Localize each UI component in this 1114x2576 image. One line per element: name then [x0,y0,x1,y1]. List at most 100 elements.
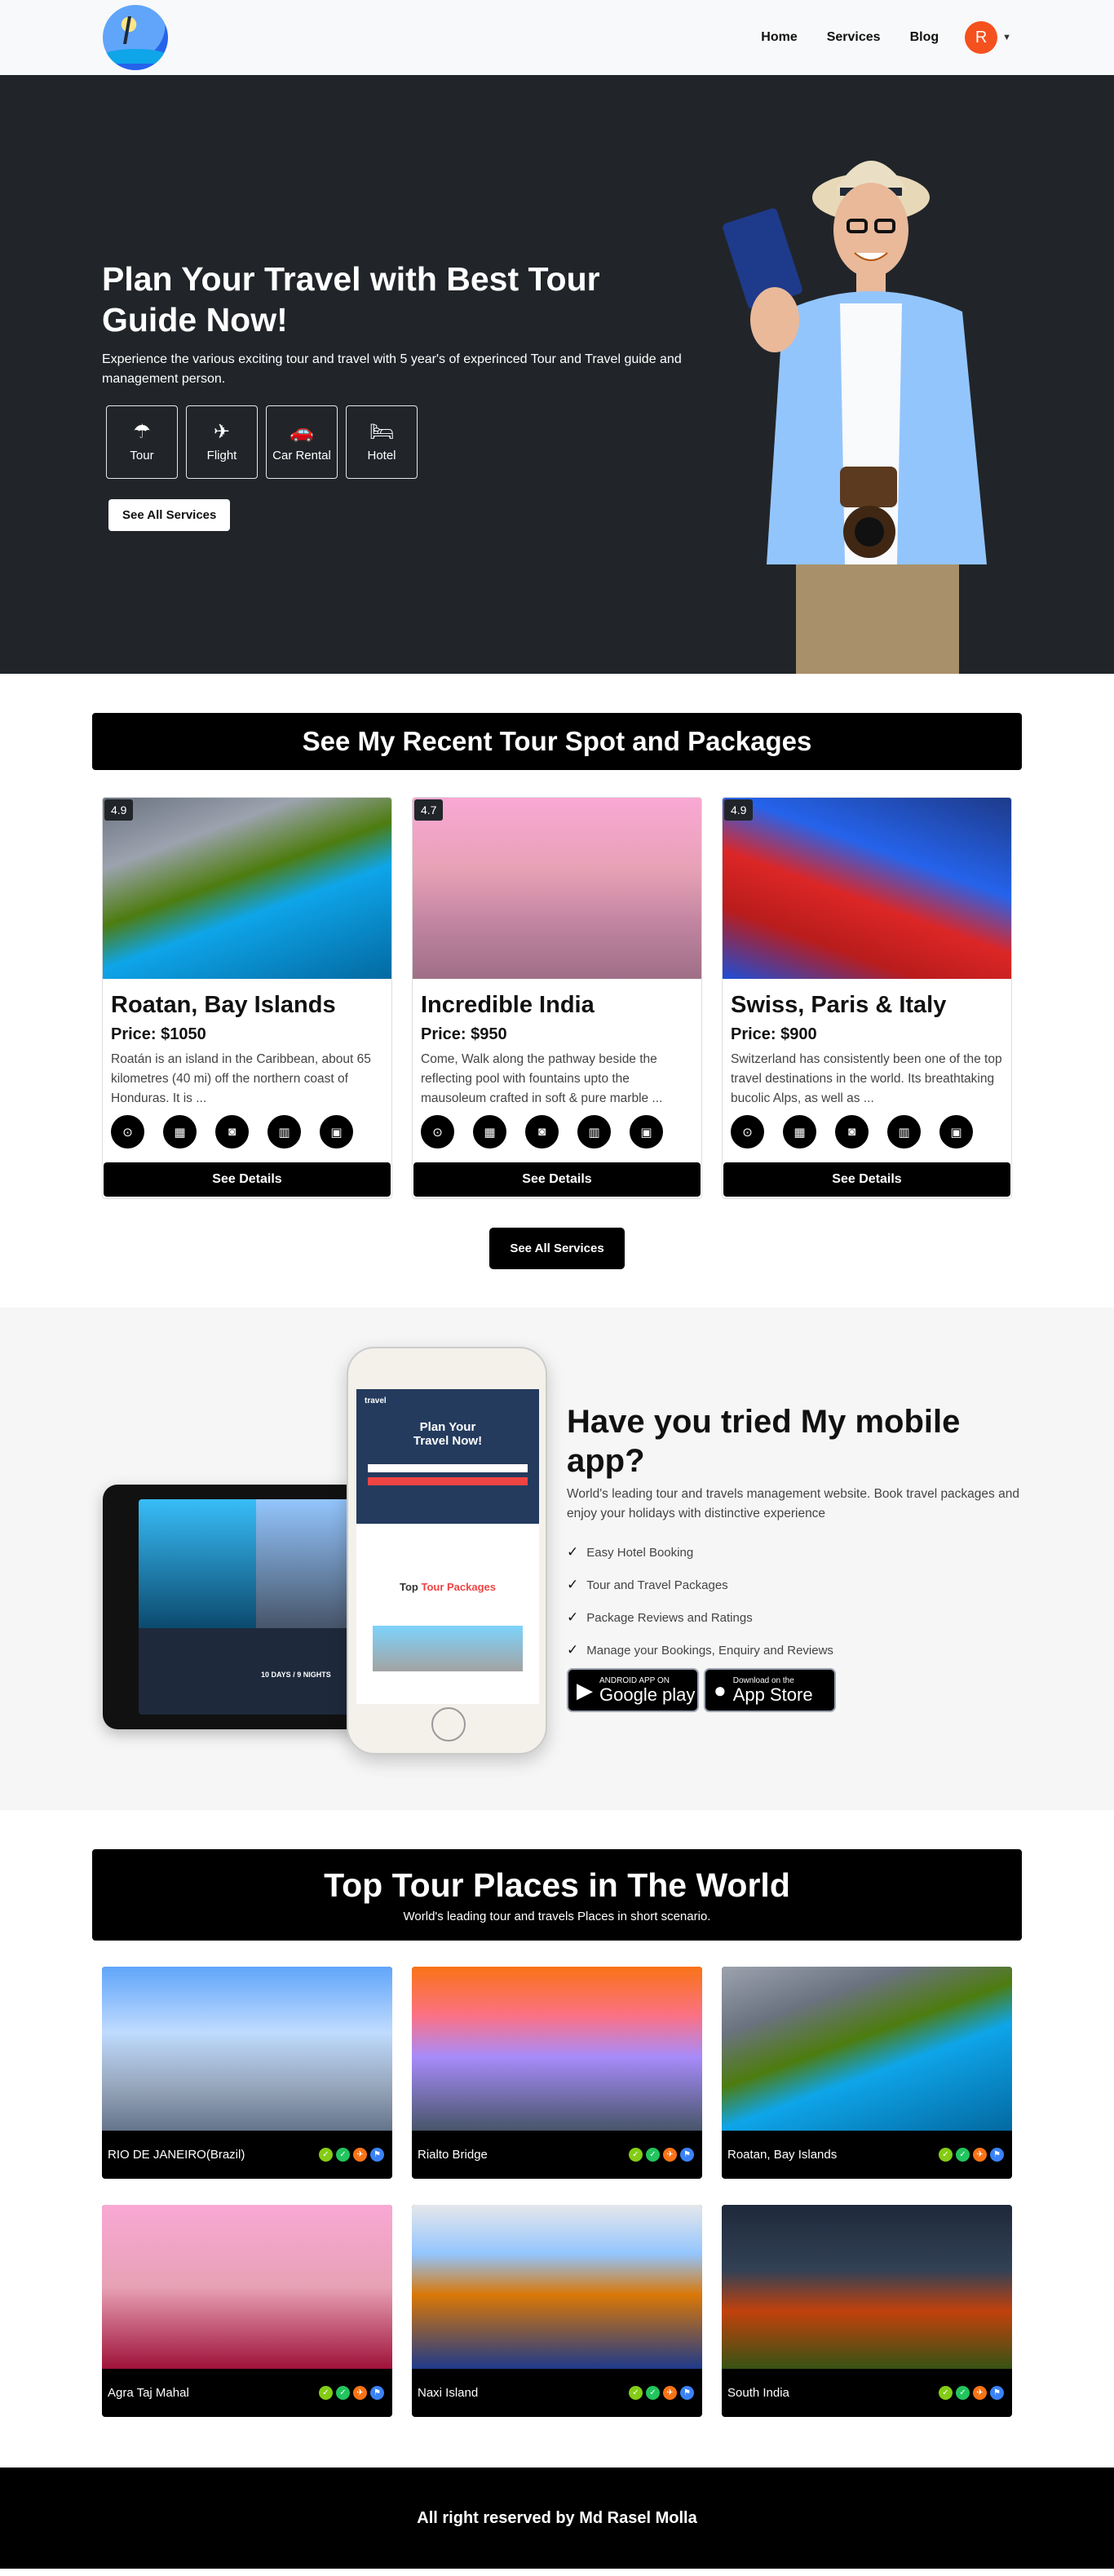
see-details-button[interactable]: See Details [104,1162,391,1197]
chevron-down-icon[interactable]: ▼ [1002,33,1011,42]
plane-icon: ✈ [213,420,231,443]
google-play-icon: ▶ [577,1677,593,1702]
place-card[interactable]: Roatan, Bay Islands ✓ ✓ ✈ ⚑ [722,1967,1012,2179]
binoculars-icon[interactable]: ⊙ [421,1115,454,1149]
calendar-icon[interactable]: ▣ [320,1115,353,1149]
place-image [722,1967,1012,2131]
nav-links: Home Services Blog R ▼ [746,21,1011,54]
see-all-services-button[interactable]: See All Services [489,1228,625,1269]
place-image [102,1967,392,2131]
binoculars-icon[interactable]: ⊙ [111,1115,144,1149]
tour-description: Come, Walk along the pathway beside the … [421,1052,663,1105]
tour-description: Switzerland has consistently been one of… [731,1052,1002,1105]
category-label: Flight [206,448,237,463]
hotel-icon[interactable]: ▦ [163,1115,197,1149]
list-item: ✓ Tour and Travel Packages [567,1577,728,1592]
tour-title: Roatan, Bay Islands [111,992,336,1018]
traveler-image [723,161,987,674]
tour-title: Incredible India [421,992,595,1018]
list-item: ✓ Easy Hotel Booking [567,1544,694,1560]
list-item: ✓ Manage your Bookings, Enquiry and Revie… [567,1642,833,1658]
rating-badge: 4.7 [414,799,444,821]
google-play-button[interactable]: ▶ ANDROID APP ON Google play [567,1668,699,1712]
store-badges: ▶ ANDROID APP ON Google play ● Download o… [567,1668,1023,1712]
hero-categories: ☂ Tour ✈ Flight 🚗 Car Rental 🛏 Hotel [106,405,689,479]
bus-icon[interactable]: ◙ [215,1115,249,1149]
phone-top-packages: Top Tour Packages [399,1581,496,1593]
calendar-icon[interactable]: ▣ [939,1115,973,1149]
tour-feature-icons: ⊙ ▦ ◙ ▥ ▣ [111,1115,383,1149]
place-image [722,2205,1012,2369]
category-label: Car Rental [272,448,331,463]
app-feature-list: ✓ Easy Hotel Booking ✓ Tour and Travel Pac… [567,1536,1023,1666]
brand-logo[interactable] [103,5,168,70]
tour-card: 4.7 Incredible India Price: $950 Come, W… [412,797,702,1199]
places-subtitle: World's leading tour and travels Places … [403,1910,711,1923]
tour-feature-icons: ⊙ ▦ ◙ ▥ ▣ [731,1115,1003,1149]
check-icon: ✓ [567,1577,579,1592]
logo-palm [123,16,149,44]
place-card[interactable]: Naxi Island ✓ ✓ ✈ ⚑ [412,2205,702,2417]
hero-description: Experience the various exciting tour and… [102,352,682,386]
place-name: Naxi Island [418,2386,479,2400]
app-store-button[interactable]: ● Download on the App Store [704,1668,836,1712]
places-section-title: Top Tour Places in The World World's lea… [92,1849,1022,1941]
place-card[interactable]: Agra Taj Mahal ✓ ✓ ✈ ⚑ [102,2205,392,2417]
see-details-button[interactable]: See Details [723,1162,1010,1197]
place-name: Rialto Bridge [418,2148,488,2162]
see-all-services-button[interactable]: See All Services [108,499,231,531]
bus-icon[interactable]: ◙ [525,1115,559,1149]
hero-content: Plan Your Travel with Best Tour Guide No… [102,259,689,531]
binoculars-icon[interactable]: ⊙ [731,1115,764,1149]
tour-price: Price: $950 [421,1025,507,1043]
tour-cards: 4.9 Roatan, Bay Islands Price: $1050 Roa… [102,797,1012,1199]
category-flight[interactable]: ✈ Flight [186,405,258,479]
chart-icon[interactable]: ▥ [887,1115,921,1149]
app-content: Have you tried My mobile app? World's le… [567,1402,1023,1712]
tablet-mockup: 10 DAYS / 9 NIGHTS [103,1485,368,1729]
rating-badge: 4.9 [104,799,134,821]
tour-image: 4.9 [103,798,391,979]
category-tour[interactable]: ☂ Tour [106,405,178,479]
place-image [412,2205,702,2369]
category-car-rental[interactable]: 🚗 Car Rental [266,405,338,479]
nav-blog-link[interactable]: Blog [895,30,954,45]
tour-image: 4.9 [723,798,1011,979]
nav-home-link[interactable]: Home [746,30,811,45]
app-title: Have you tried My mobile app? [567,1404,961,1479]
chart-icon[interactable]: ▥ [267,1115,301,1149]
car-icon: 🚗 [290,420,314,443]
place-image [102,2205,392,2369]
navbar: Home Services Blog R ▼ [0,0,1114,75]
place-name: South India [727,2386,789,2400]
see-details-button[interactable]: See Details [413,1162,701,1197]
places-title: Top Tour Places in The World [324,1866,790,1904]
nav-services-link[interactable]: Services [812,30,895,45]
tablet-screen: 10 DAYS / 9 NIGHTS [139,1499,351,1715]
bus-icon[interactable]: ◙ [835,1115,869,1149]
place-card[interactable]: Rialto Bridge ✓ ✓ ✈ ⚑ [412,1967,702,2179]
place-card[interactable]: South India ✓ ✓ ✈ ⚑ [722,2205,1012,2417]
logo-wave [103,49,168,64]
place-card[interactable]: RIO DE JANEIRO(Brazil) ✓ ✓ ✈ ⚑ [102,1967,392,2179]
phone-brand: travel [365,1396,387,1405]
hotel-icon[interactable]: ▦ [473,1115,506,1149]
tablet-caption: 10 DAYS / 9 NIGHTS [261,1671,331,1679]
tour-card: 4.9 Roatan, Bay Islands Price: $1050 Roa… [102,797,392,1199]
place-name: Agra Taj Mahal [108,2386,189,2400]
place-icons: ✓ ✓ ✈ ⚑ [629,2386,694,2400]
tour-price: Price: $900 [731,1025,817,1043]
tour-title: Swiss, Paris & Italy [731,992,947,1018]
hotel-icon[interactable]: ▦ [783,1115,816,1149]
phone-mockup: travel Plan Your Travel Now! Top Tour Pa… [347,1347,547,1755]
category-hotel[interactable]: 🛏 Hotel [346,405,418,479]
user-avatar[interactable]: R [965,21,998,54]
footer-text: All right reserved by Md Rasel Molla [417,2508,697,2527]
chart-icon[interactable]: ▥ [577,1115,611,1149]
place-name: RIO DE JANEIRO(Brazil) [108,2148,245,2162]
phone-home-button [431,1707,466,1742]
tour-description: Roatán is an island in the Caribbean, ab… [111,1052,371,1105]
place-icons: ✓ ✓ ✈ ⚑ [939,2148,1004,2162]
calendar-icon[interactable]: ▣ [630,1115,663,1149]
tour-section-title: See My Recent Tour Spot and Packages [92,713,1022,770]
